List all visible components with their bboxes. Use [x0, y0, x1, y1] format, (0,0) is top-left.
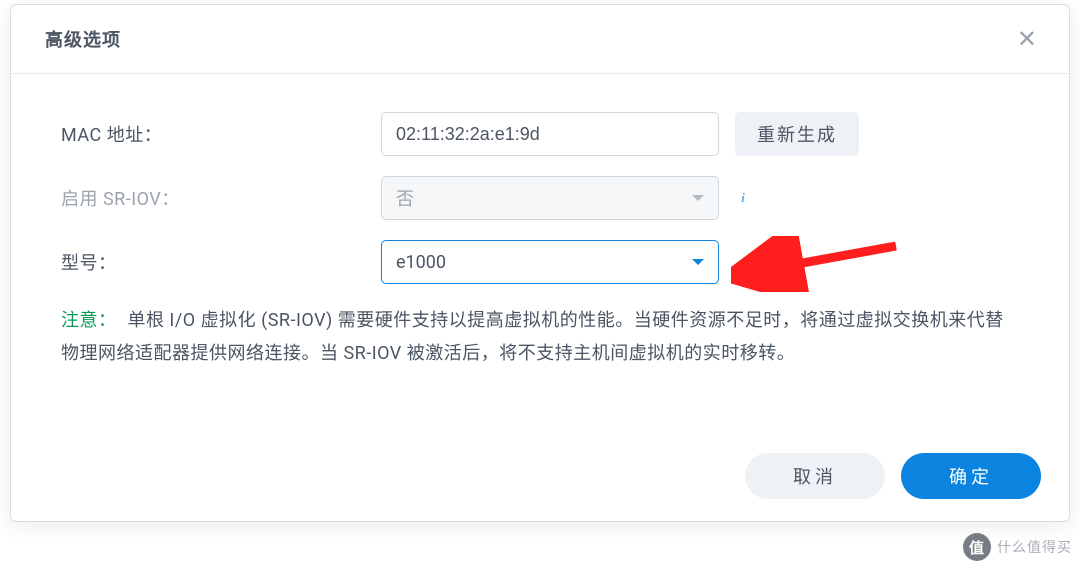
sriov-label: 启用 SR-IOV： — [61, 185, 381, 211]
close-icon[interactable]: ✕ — [1013, 23, 1041, 55]
regenerate-button[interactable]: 重新生成 — [735, 112, 859, 156]
model-label: 型号： — [61, 249, 381, 275]
dialog-body: MAC 地址： 重新生成 启用 SR-IOV： 否 i 型号： e1000 — [11, 74, 1069, 381]
model-select[interactable]: e1000 — [381, 240, 719, 284]
arrow-annotation-icon — [731, 236, 911, 292]
watermark-badge: 值 — [963, 533, 991, 561]
model-value: e1000 — [396, 252, 446, 273]
watermark: 值 什么值得买 — [963, 533, 1072, 561]
advanced-options-dialog: 高级选项 ✕ MAC 地址： 重新生成 启用 SR-IOV： 否 i 型号： e… — [10, 4, 1070, 522]
watermark-text: 什么值得买 — [997, 537, 1072, 557]
mac-address-label: MAC 地址： — [61, 121, 381, 147]
sriov-value: 否 — [396, 185, 414, 211]
note-text: 单根 I/O 虚拟化 (SR-IOV) 需要硬件支持以提高虚拟机的性能。当硬件资… — [61, 310, 1004, 364]
dialog-title: 高级选项 — [45, 26, 121, 52]
chevron-down-icon — [692, 259, 704, 265]
dialog-footer: 取消 确定 — [11, 435, 1069, 521]
dialog-header: 高级选项 ✕ — [11, 5, 1069, 74]
sriov-row: 启用 SR-IOV： 否 i — [61, 176, 1019, 220]
mac-address-input[interactable] — [381, 112, 719, 156]
model-row: 型号： e1000 — [61, 240, 1019, 284]
info-icon[interactable]: i — [733, 188, 753, 208]
sriov-select: 否 — [381, 176, 719, 220]
cancel-button[interactable]: 取消 — [745, 453, 885, 499]
chevron-down-icon — [692, 195, 704, 201]
confirm-button[interactable]: 确定 — [901, 453, 1041, 499]
note-label: 注意： — [61, 310, 117, 331]
mac-address-row: MAC 地址： 重新生成 — [61, 112, 1019, 156]
note-paragraph: 注意： 单根 I/O 虚拟化 (SR-IOV) 需要硬件支持以提高虚拟机的性能。… — [61, 304, 1019, 371]
